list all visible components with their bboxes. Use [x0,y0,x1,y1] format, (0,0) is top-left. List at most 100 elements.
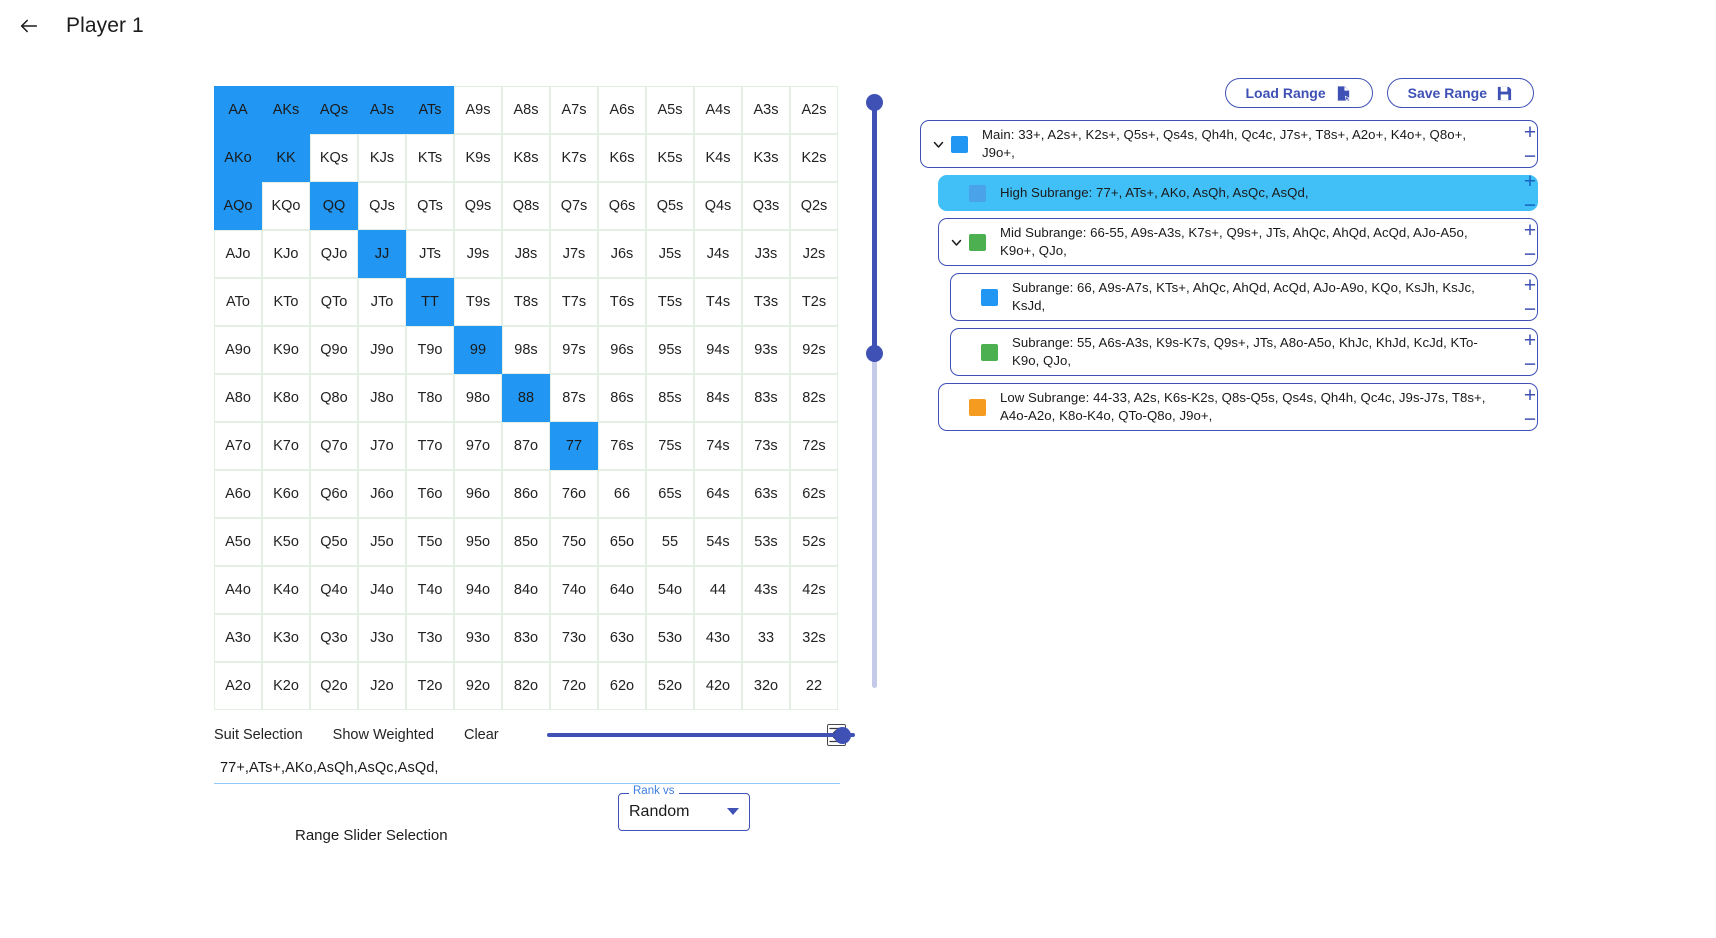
hand-cell-K7o[interactable]: K7o [262,422,310,470]
hand-cell-AKs[interactable]: AKs [262,86,310,134]
hand-cell-82s[interactable]: 82s [790,374,838,422]
hand-cell-75o[interactable]: 75o [550,518,598,566]
hand-cell-64o[interactable]: 64o [598,566,646,614]
hand-cell-22[interactable]: 22 [790,662,838,710]
hand-cell-TT[interactable]: TT [406,278,454,326]
hand-cell-A6s[interactable]: A6s [598,86,646,134]
hand-cell-K9o[interactable]: K9o [262,326,310,374]
hand-cell-T8o[interactable]: T8o [406,374,454,422]
hand-cell-A5s[interactable]: A5s [646,86,694,134]
chevron-down-icon[interactable] [947,233,965,251]
hand-cell-A2s[interactable]: A2s [790,86,838,134]
hand-cell-86o[interactable]: 86o [502,470,550,518]
hand-cell-K8o[interactable]: K8o [262,374,310,422]
hand-cell-K6o[interactable]: K6o [262,470,310,518]
hand-cell-52s[interactable]: 52s [790,518,838,566]
chevron-down-icon[interactable] [727,808,739,815]
hand-cell-KQs[interactable]: KQs [310,134,358,182]
hand-cell-K3s[interactable]: K3s [742,134,790,182]
hand-cell-66[interactable]: 66 [598,470,646,518]
hand-cell-53o[interactable]: 53o [646,614,694,662]
hand-cell-A8s[interactable]: A8s [502,86,550,134]
hand-cell-Q8s[interactable]: Q8s [502,182,550,230]
hand-cell-95o[interactable]: 95o [454,518,502,566]
hand-cell-A5o[interactable]: A5o [214,518,262,566]
hand-cell-54o[interactable]: 54o [646,566,694,614]
hand-cell-Q3s[interactable]: Q3s [742,182,790,230]
hand-cell-75s[interactable]: 75s [646,422,694,470]
hand-cell-K5s[interactable]: K5s [646,134,694,182]
hand-cell-AJo[interactable]: AJo [214,230,262,278]
hand-cell-K9s[interactable]: K9s [454,134,502,182]
hand-cell-87s[interactable]: 87s [550,374,598,422]
hand-cell-JTo[interactable]: JTo [358,278,406,326]
add-subrange-button[interactable]: + [1519,219,1541,241]
hand-cell-JJ[interactable]: JJ [358,230,406,278]
chevron-down-icon[interactable] [929,135,947,153]
remove-subrange-button[interactable]: − [1519,298,1541,320]
hand-cell-AQs[interactable]: AQs [310,86,358,134]
hand-cell-Q8o[interactable]: Q8o [310,374,358,422]
hand-cell-A3s[interactable]: A3s [742,86,790,134]
subrange-color-swatch[interactable] [969,399,986,416]
hand-cell-J7s[interactable]: J7s [550,230,598,278]
subrange-color-swatch[interactable] [981,344,998,361]
subrange-color-swatch[interactable] [951,136,968,153]
rank-vs-select[interactable]: Rank vs Random [618,793,750,831]
back-button[interactable] [10,7,48,45]
hand-cell-A6o[interactable]: A6o [214,470,262,518]
remove-subrange-button[interactable]: − [1519,194,1541,216]
weight-slider[interactable] [547,725,815,745]
hand-cell-K4s[interactable]: K4s [694,134,742,182]
hand-cell-K6s[interactable]: K6s [598,134,646,182]
add-subrange-button[interactable]: + [1519,170,1541,192]
hand-cell-A7s[interactable]: A7s [550,86,598,134]
add-subrange-button[interactable]: + [1519,121,1541,143]
hand-cell-J9o[interactable]: J9o [358,326,406,374]
hand-cell-T3o[interactable]: T3o [406,614,454,662]
hand-cell-87o[interactable]: 87o [502,422,550,470]
hand-cell-64s[interactable]: 64s [694,470,742,518]
hand-cell-QJo[interactable]: QJo [310,230,358,278]
hand-cell-96s[interactable]: 96s [598,326,646,374]
hand-cell-J3o[interactable]: J3o [358,614,406,662]
range-vertical-slider[interactable] [866,90,884,696]
hand-cell-K2o[interactable]: K2o [262,662,310,710]
hand-cell-T8s[interactable]: T8s [502,278,550,326]
remove-subrange-button[interactable]: − [1519,408,1541,430]
hand-cell-63o[interactable]: 63o [598,614,646,662]
hand-cell-72s[interactable]: 72s [790,422,838,470]
suit-selection-button[interactable]: Suit Selection [214,727,303,743]
hand-cell-QTo[interactable]: QTo [310,278,358,326]
hand-cell-82o[interactable]: 82o [502,662,550,710]
high-subrange-row[interactable]: High Subrange: 77+, ATs+, AKo, AsQh, AsQ… [938,175,1538,211]
hand-cell-65o[interactable]: 65o [598,518,646,566]
hand-cell-Q7s[interactable]: Q7s [550,182,598,230]
subrange-55-row[interactable]: Subrange: 55, A6s-A3s, K9s-K7s, Q9s+, JT… [950,328,1538,376]
save-range-button[interactable]: Save Range [1387,78,1534,108]
hand-cell-AQo[interactable]: AQo [214,182,262,230]
hand-cell-J6s[interactable]: J6s [598,230,646,278]
hand-cell-94s[interactable]: 94s [694,326,742,374]
hand-cell-53s[interactable]: 53s [742,518,790,566]
hand-cell-73o[interactable]: 73o [550,614,598,662]
hand-cell-98s[interactable]: 98s [502,326,550,374]
hand-cell-Q6s[interactable]: Q6s [598,182,646,230]
hand-cell-KTo[interactable]: KTo [262,278,310,326]
hand-cell-J9s[interactable]: J9s [454,230,502,278]
hand-cell-ATs[interactable]: ATs [406,86,454,134]
hand-cell-A3o[interactable]: A3o [214,614,262,662]
hand-cell-J5o[interactable]: J5o [358,518,406,566]
hand-cell-63s[interactable]: 63s [742,470,790,518]
hand-cell-62o[interactable]: 62o [598,662,646,710]
hand-cell-32o[interactable]: 32o [742,662,790,710]
hand-cell-62s[interactable]: 62s [790,470,838,518]
main-row[interactable]: Main: 33+, A2s+, K2s+, Q5s+, Qs4s, Qh4h,… [920,120,1538,168]
hand-cell-T4s[interactable]: T4s [694,278,742,326]
hand-cell-J4s[interactable]: J4s [694,230,742,278]
hand-cell-72o[interactable]: 72o [550,662,598,710]
hand-cell-74s[interactable]: 74s [694,422,742,470]
hand-cell-KJs[interactable]: KJs [358,134,406,182]
hand-cell-T2s[interactable]: T2s [790,278,838,326]
hand-cell-K5o[interactable]: K5o [262,518,310,566]
